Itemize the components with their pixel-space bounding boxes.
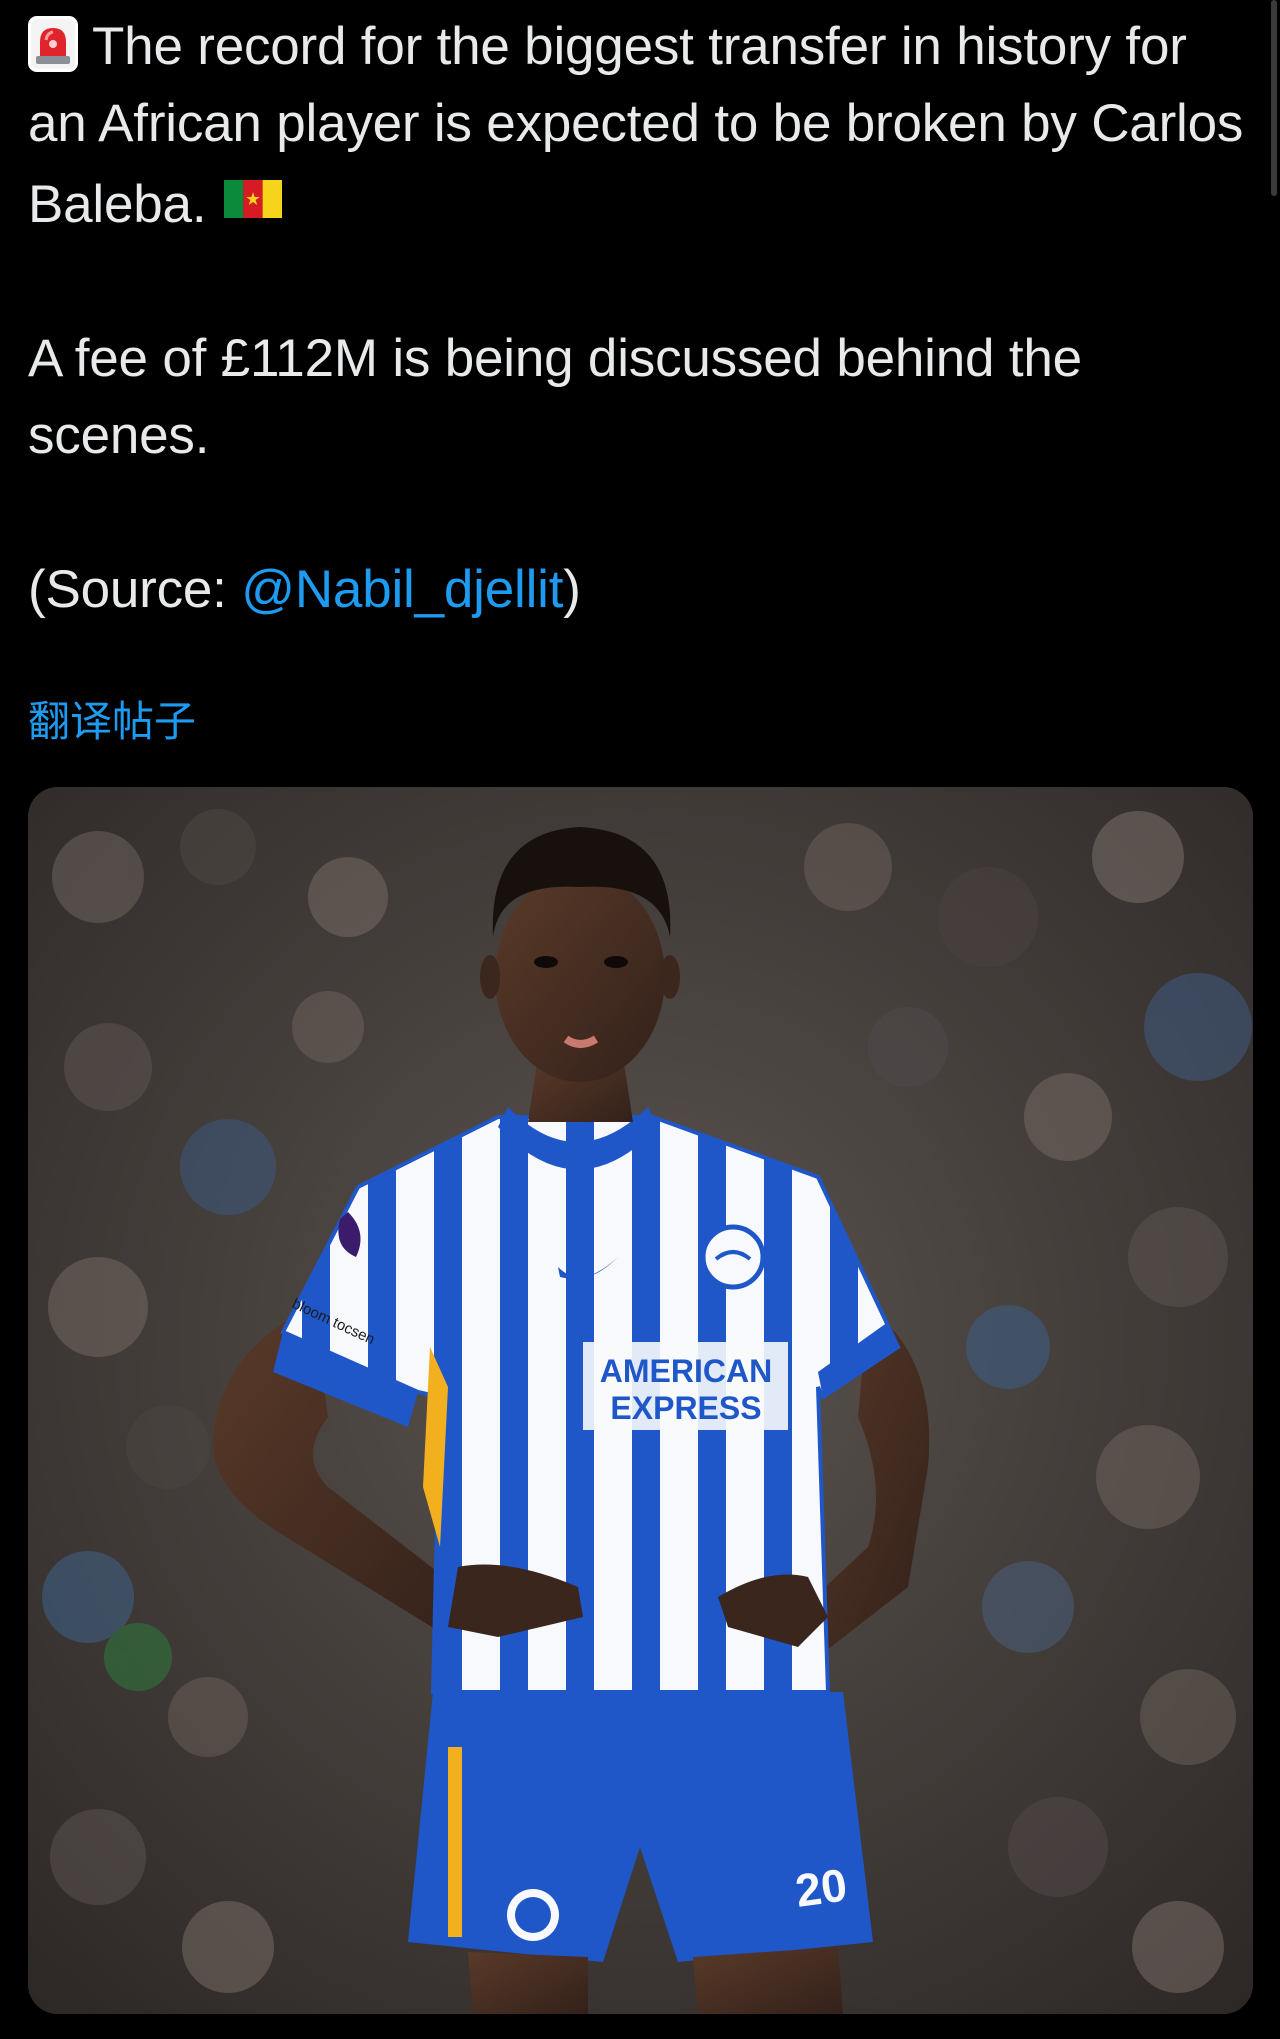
siren-icon — [28, 16, 78, 72]
tweet-body: The record for the biggest transfer in h… — [28, 8, 1258, 628]
mention-link[interactable]: @Nabil_djellit — [241, 560, 563, 619]
scrollbar-thumb[interactable] — [1271, 0, 1277, 196]
player-photo: 20 AMERICAN EXPRESS bloom tocsen — [28, 787, 1253, 2014]
tweet-media-image[interactable]: 20 AMERICAN EXPRESS bloom tocsen — [28, 787, 1253, 2014]
cameroon-flag-icon — [224, 162, 283, 218]
sponsor-line-1: AMERICAN — [600, 1353, 772, 1389]
sponsor-line-2: EXPRESS — [610, 1390, 761, 1426]
tweet-paragraph-source: (Source: @Nabil_djellit) — [28, 551, 1258, 628]
shirt-number-text: 20 — [792, 1858, 850, 1917]
source-prefix: (Source: — [28, 560, 242, 619]
source-suffix: ) — [563, 560, 581, 619]
tweet-paragraph-2: A fee of £112M is being discussed behind… — [28, 329, 1082, 465]
tweet-paragraph-1: The record for the biggest transfer in h… — [28, 8, 1258, 243]
tweet-text-line-1: The record for the biggest transfer in h… — [28, 17, 1244, 234]
translate-post-link[interactable]: 翻译帖子 — [28, 692, 196, 752]
